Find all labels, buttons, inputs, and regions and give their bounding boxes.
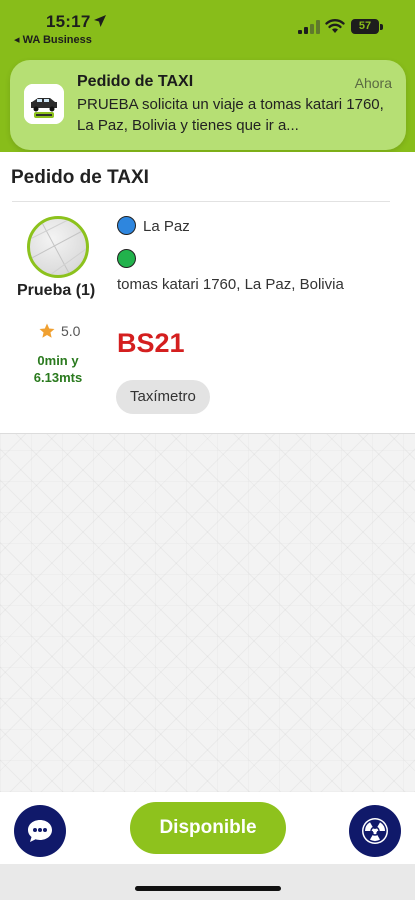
chat-button[interactable]: [14, 805, 66, 857]
battery-icon: 57: [351, 19, 379, 34]
trip-price: BS21: [117, 328, 185, 358]
map-area[interactable]: [0, 434, 415, 792]
home-indicator-area: [0, 864, 415, 900]
battery-nub: [380, 24, 383, 30]
wifi-icon: [325, 19, 345, 33]
star-icon: [39, 323, 55, 338]
bottom-action-bar: Disponible: [0, 792, 415, 864]
status-bar: 15:17 ◂ WA Business 57: [0, 0, 415, 54]
taximeter-chip[interactable]: Taxímetro: [116, 380, 210, 414]
notification-title: Pedido de TAXI: [77, 73, 194, 90]
rider-name: Prueba (1): [17, 282, 96, 299]
eta-text: 0min y 6.13mts: [33, 353, 83, 385]
taxi-app-icon: [24, 84, 64, 124]
radar-button[interactable]: [349, 805, 401, 857]
available-button[interactable]: Disponible: [130, 802, 286, 854]
rider-rating: 5.0: [38, 322, 80, 340]
signal-icon: [298, 20, 320, 34]
origin-marker-icon: [117, 216, 136, 235]
notification-time: Ahora: [354, 75, 392, 91]
push-notification[interactable]: Pedido de TAXI Ahora PRUEBA solicita un …: [10, 60, 406, 150]
destination-marker-icon: [117, 249, 136, 268]
destination-address: tomas katari 1760, La Paz, Bolivia: [117, 276, 344, 293]
back-to-app-link[interactable]: ◂ WA Business: [14, 33, 92, 46]
origin-address: La Paz: [143, 218, 190, 235]
notification-body: PRUEBA solicita un viaje a tomas katari …: [77, 96, 384, 134]
status-time: 15:17: [46, 12, 91, 31]
location-arrow-icon: [94, 15, 106, 27]
order-card[interactable]: Pedido de TAXI Prueba (1) 5.0 0min y 6.1…: [0, 152, 415, 434]
radiation-icon: [362, 818, 388, 844]
divider: [12, 201, 390, 202]
rider-avatar: [27, 216, 89, 278]
chat-icon: [28, 820, 52, 842]
rating-value: 5.0: [61, 323, 81, 339]
home-indicator[interactable]: [135, 886, 281, 891]
order-title: Pedido de TAXI: [11, 167, 149, 188]
